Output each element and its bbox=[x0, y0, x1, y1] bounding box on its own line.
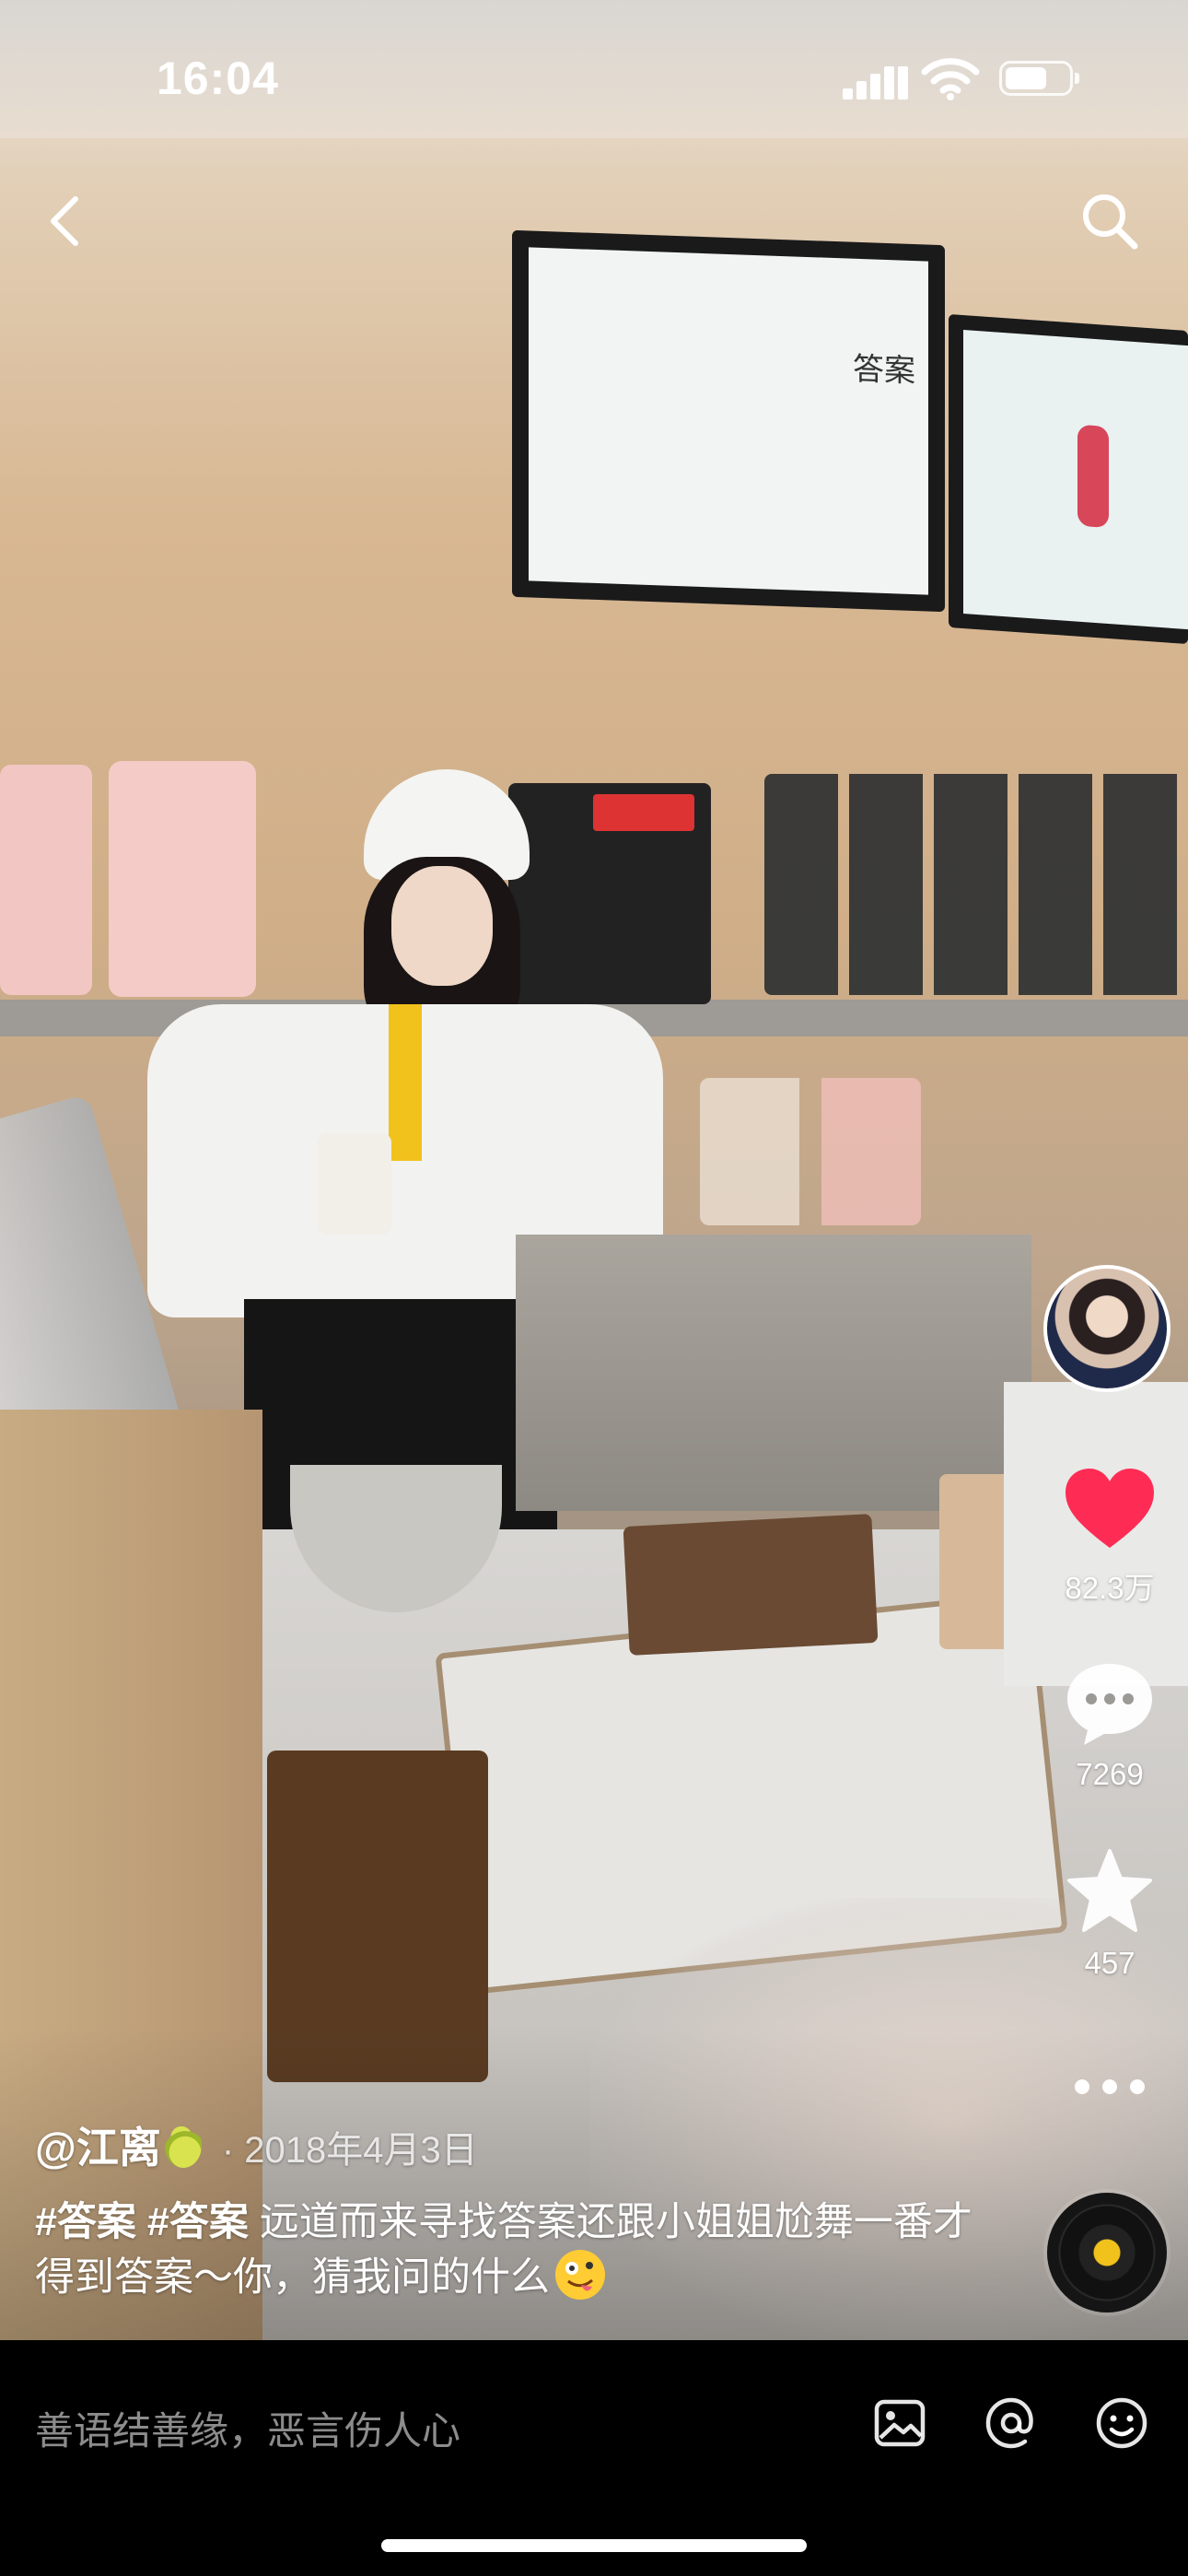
image-button[interactable] bbox=[863, 2386, 937, 2460]
like-count: 82.3万 bbox=[1065, 1571, 1155, 1605]
menu-screen-left: 答案 bbox=[512, 229, 945, 613]
hashtag[interactable]: #答案 bbox=[147, 2200, 249, 2244]
cup bbox=[318, 1133, 391, 1235]
emoji-button[interactable] bbox=[1085, 2386, 1159, 2460]
mention-button[interactable] bbox=[974, 2386, 1048, 2460]
search-icon bbox=[1083, 194, 1138, 250]
emoji-icon bbox=[1096, 2397, 1147, 2449]
video-frame[interactable]: 答案 bbox=[0, 0, 1188, 2340]
music-disc-icon[interactable] bbox=[1047, 2193, 1167, 2313]
hashtag[interactable]: #答案 bbox=[35, 2200, 136, 2244]
star-icon bbox=[1067, 1849, 1152, 1932]
video-author-line: @江离 · 2018年4月3日 bbox=[35, 2114, 993, 2175]
video-description: #答案 #答案 远道而来寻找答案还跟小姐姐尬舞一番才得到答案～你，猜我问的什么 bbox=[35, 2195, 993, 2305]
heart-icon bbox=[1066, 1469, 1154, 1548]
dispenser-1 bbox=[0, 765, 92, 995]
blenders bbox=[764, 774, 1188, 995]
screen-sign-text: 答案 bbox=[853, 350, 915, 391]
favorite-count: 457 bbox=[1084, 1946, 1136, 1980]
post-date: · 2018年4月3日 bbox=[221, 2130, 478, 2171]
cellular-signal-icon bbox=[843, 63, 908, 100]
dispenser-2 bbox=[109, 761, 256, 997]
back-button[interactable] bbox=[23, 180, 106, 263]
battery-icon bbox=[999, 61, 1079, 96]
comment-count: 7269 bbox=[1076, 1757, 1144, 1791]
menu-screen-right bbox=[949, 313, 1188, 645]
more-button[interactable] bbox=[1031, 2073, 1188, 2105]
like-action[interactable]: 82.3万 bbox=[1031, 1465, 1188, 1608]
search-button[interactable] bbox=[1068, 180, 1151, 263]
wifi-icon bbox=[921, 58, 980, 100]
author-name[interactable]: @江离 bbox=[35, 2124, 161, 2172]
zany-face-emoji-icon bbox=[555, 2250, 605, 2300]
status-bar: 16:04 bbox=[0, 0, 1188, 157]
image-icon bbox=[874, 2399, 926, 2447]
at-icon bbox=[985, 2397, 1033, 2449]
cookie-tray bbox=[623, 1514, 879, 1656]
back-icon bbox=[51, 196, 78, 246]
comment-action[interactable]: 7269 bbox=[1031, 1658, 1188, 1792]
pear-emoji-icon bbox=[164, 2124, 202, 2168]
more-icon bbox=[1075, 2079, 1145, 2094]
comment-input[interactable]: 善语结善缘，恶言伤人心 bbox=[35, 2400, 460, 2456]
author-avatar[interactable] bbox=[1043, 1265, 1171, 1392]
favorite-action[interactable]: 457 bbox=[1031, 1847, 1188, 1981]
status-time: 16:04 bbox=[157, 53, 279, 104]
jugs bbox=[700, 1078, 921, 1225]
dispenser-machine bbox=[508, 783, 711, 1004]
coffee-cup bbox=[939, 1474, 1013, 1649]
steel-counter bbox=[516, 1235, 1031, 1511]
home-indicator[interactable] bbox=[381, 2539, 807, 2552]
comment-icon bbox=[1067, 1664, 1152, 1745]
